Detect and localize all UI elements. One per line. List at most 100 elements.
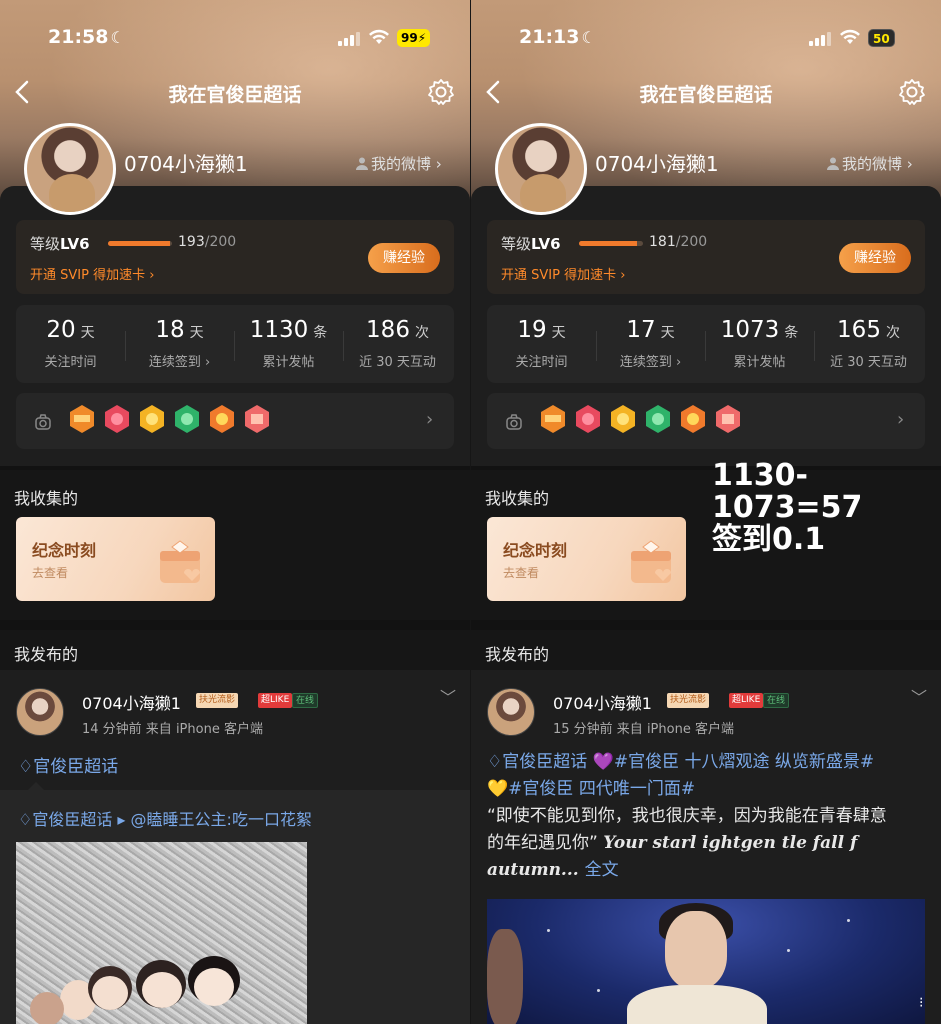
- read-more-link[interactable]: 全文: [585, 860, 619, 880]
- badge-pink-icon: [245, 405, 269, 433]
- badge-gold-icon: [611, 405, 635, 433]
- level-label: 等级LV6: [501, 235, 561, 253]
- user-avatar[interactable]: [24, 123, 116, 215]
- post-meta: 14 分钟前 来自 iPhone 客户端: [82, 722, 263, 737]
- post-text-line2[interactable]: 💛#官俊臣 四代唯一门面#: [487, 779, 695, 799]
- post-text-line1[interactable]: 官俊臣超话 💜#官俊臣 十八熠观途 纵览新盛景#: [502, 752, 874, 772]
- battery-indicator: 99⚡: [397, 29, 431, 47]
- gift-box-icon: [631, 540, 671, 583]
- post-avatar[interactable]: [487, 688, 535, 736]
- online-badge: 在线: [292, 693, 319, 708]
- post-image[interactable]: [16, 842, 307, 1024]
- earn-exp-button[interactable]: 赚经验: [839, 243, 911, 273]
- post-meta: 15 分钟前 来自 iPhone 客户端: [553, 722, 734, 737]
- collections-title: 我收集的: [14, 489, 79, 508]
- nav-bar: 我在官俊臣超话: [0, 76, 470, 108]
- fan-badge: 扶光流影: [196, 693, 239, 708]
- post-author[interactable]: 0704小海獭1: [553, 690, 652, 714]
- badge-lv-icon: [70, 405, 94, 433]
- wifi-icon: [369, 29, 389, 44]
- level-box: 等级LV6 181/200 开通 SVIP 得加速卡 › 赚经验: [487, 220, 925, 294]
- stat-follow-days: 19 天关注时间: [515, 317, 568, 370]
- superlike-badge: 超LIKE: [258, 693, 293, 708]
- charging-bolt-icon: ⚡: [417, 31, 427, 45]
- stats-box: 20 天关注时间 18 天连续签到 › 1130 条累计发帖 186 次近 30 天互动: [16, 305, 454, 383]
- badge-wall-icon: [35, 414, 51, 430]
- annotation-line1: 1130-1073=57: [712, 458, 863, 525]
- username: 0704小海獭1: [124, 152, 248, 176]
- annotation-overlay: 1130-1073=57 签到0.1: [712, 460, 941, 556]
- status-time: 21:13 ☾: [519, 26, 596, 48]
- earn-exp-button[interactable]: 赚经验: [368, 243, 440, 273]
- diamond-icon: ♢: [487, 752, 503, 772]
- diamond-icon: ♢: [18, 810, 33, 829]
- published-title: 我发布的: [485, 645, 550, 664]
- moon-icon: ☾: [581, 28, 596, 47]
- post-text-line3: “即使不能见到你，我也很庆幸，因为我能在青春肆意: [487, 806, 887, 826]
- gear-icon[interactable]: [898, 78, 926, 106]
- memorial-card[interactable]: 纪念时刻 去查看: [16, 517, 215, 601]
- level-label: 等级LV6: [30, 235, 90, 253]
- stat-checkin-days[interactable]: 18 天连续签到 ›: [125, 317, 234, 370]
- my-weibo-link[interactable]: 我的微博 ›: [356, 153, 442, 174]
- chevron-down-icon[interactable]: ﹀: [440, 684, 456, 708]
- post-author[interactable]: 0704小海獭1: [82, 690, 181, 714]
- chevron-right-icon[interactable]: ›: [426, 409, 433, 430]
- badge-lv-icon: [541, 405, 565, 433]
- post-text-line5a: autumn...: [487, 860, 585, 880]
- badge-pink-icon: [716, 405, 740, 433]
- stat-interactions: 186 次近 30 天互动: [359, 317, 436, 370]
- topic-link[interactable]: ♢官俊臣超话: [18, 752, 118, 777]
- post-image[interactable]: ⁝: [487, 899, 925, 1024]
- chevron-down-icon[interactable]: ﹀: [911, 684, 927, 708]
- online-badge: 在线: [763, 693, 790, 708]
- post-text-line4b: Your starl ightgen tle fall f: [603, 833, 858, 853]
- svip-link[interactable]: 开通 SVIP 得加速卡 ›: [501, 264, 625, 283]
- post-avatar[interactable]: [16, 688, 64, 736]
- user-avatar[interactable]: [495, 123, 587, 215]
- superlike-badge: 超LIKE: [729, 693, 764, 708]
- person-icon: [356, 157, 368, 170]
- badge-wall-icon: [506, 414, 522, 430]
- stat-interactions: 165 次近 30 天互动: [830, 317, 907, 370]
- my-weibo-label: 我的微博 ›: [371, 155, 442, 173]
- annotation-line2: 签到0.1: [712, 522, 826, 557]
- screenshot-panel-left: 21:58 ☾ 99⚡ 我在官俊臣超话 0704小海獭1 我的微博 › 等级LV6…: [0, 0, 470, 1024]
- diamond-icon: ♢: [18, 757, 34, 777]
- collections-title: 我收集的: [485, 489, 550, 508]
- repost-pointer: [28, 782, 44, 790]
- person-icon: [827, 157, 839, 170]
- memorial-title: 纪念时刻: [503, 541, 568, 560]
- stats-box: 19 天关注时间 17 天连续签到 › 1073 条累计发帖 165 次近 30 天互动: [487, 305, 925, 383]
- memorial-card[interactable]: 纪念时刻 去查看: [487, 517, 686, 601]
- level-box: 等级LV6 193/200 开通 SVIP 得加速卡 › 赚经验: [16, 220, 454, 294]
- badge-heart-icon: [576, 405, 600, 433]
- gift-box-icon: [160, 540, 200, 583]
- wifi-icon: [840, 29, 860, 44]
- cellular-signal-icon: [338, 32, 360, 46]
- repost-source[interactable]: ♢官俊臣超话 ▸ @瞌睡王公主:吃一口花絮: [18, 806, 312, 830]
- divider: [471, 620, 941, 630]
- chevron-right-icon[interactable]: ›: [897, 409, 904, 430]
- battery-indicator: 50: [868, 29, 895, 47]
- memorial-title: 纪念时刻: [32, 541, 97, 560]
- fan-badge: 扶光流影: [667, 693, 710, 708]
- gear-icon[interactable]: [427, 78, 455, 106]
- badges-row[interactable]: ›: [487, 393, 925, 449]
- stat-follow-days: 20 天关注时间: [44, 317, 97, 370]
- badges-row[interactable]: ›: [16, 393, 454, 449]
- exp-count: 181/200: [649, 234, 708, 250]
- published-title: 我发布的: [14, 645, 79, 664]
- svip-link[interactable]: 开通 SVIP 得加速卡 ›: [30, 264, 154, 283]
- stat-checkin-days[interactable]: 17 天连续签到 ›: [596, 317, 705, 370]
- post-body: ♢官俊臣超话 💜#官俊臣 十八熠观途 纵览新盛景# 💛#官俊臣 四代唯一门面# …: [487, 749, 927, 884]
- nav-bar: 我在官俊臣超话: [471, 76, 941, 108]
- badge-green-icon: [646, 405, 670, 433]
- status-time: 21:58 ☾: [48, 26, 125, 48]
- memorial-subtitle: 去查看: [503, 566, 540, 580]
- my-weibo-link[interactable]: 我的微博 ›: [827, 153, 913, 174]
- badge-green-icon: [175, 405, 199, 433]
- stat-total-posts: 1130 条累计发帖: [249, 317, 328, 370]
- badge-heart-icon: [105, 405, 129, 433]
- stat-total-posts: 1073 条累计发帖: [720, 317, 799, 370]
